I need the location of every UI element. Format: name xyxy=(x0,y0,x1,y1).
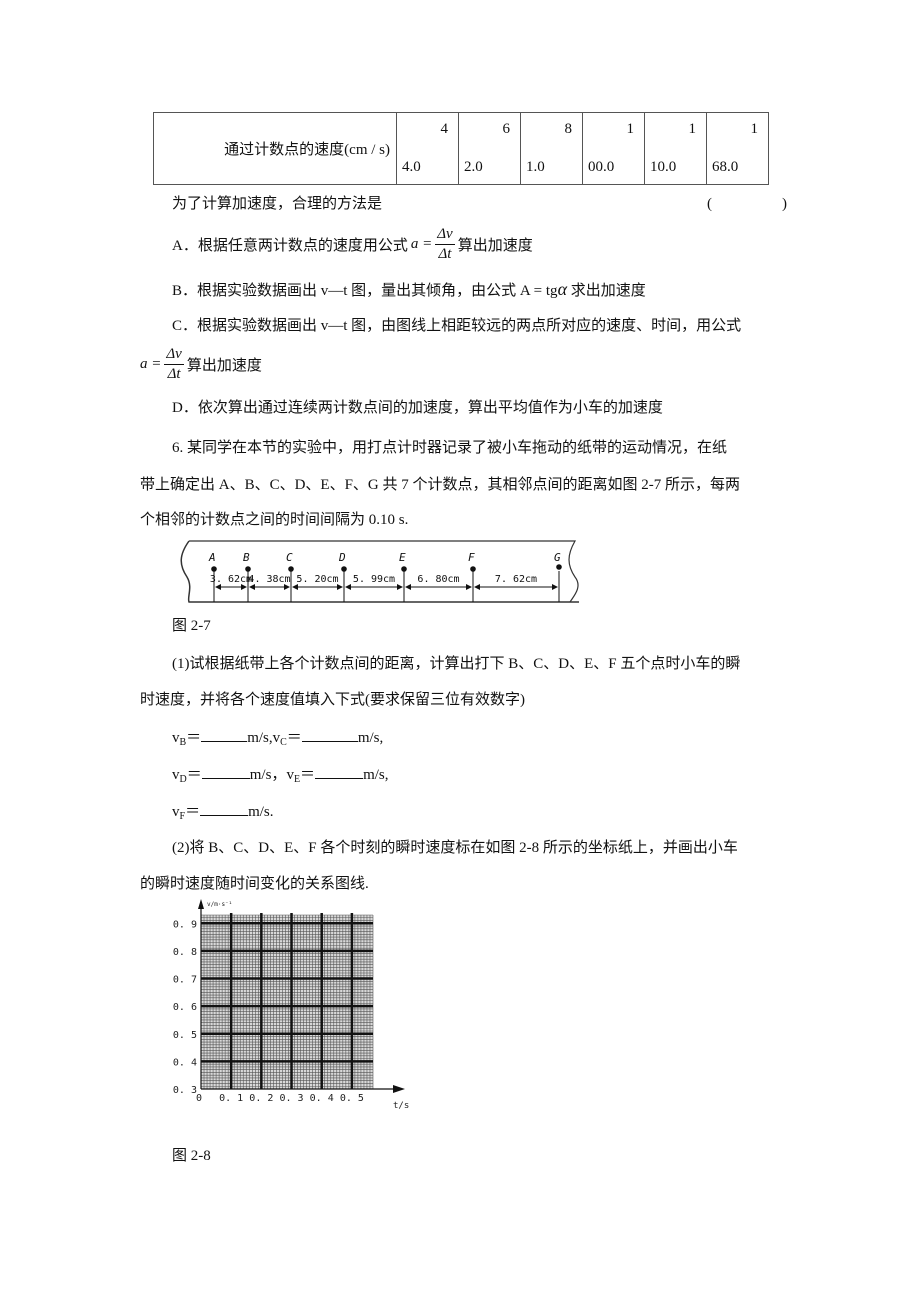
tape-distance-label: 4. 38cm xyxy=(248,574,290,585)
part2-line1: (2)将 B、C、D、E、F 各个时刻的瞬时速度标在如图 2-8 所示的坐标纸上… xyxy=(172,840,738,856)
x-axis-arrow xyxy=(393,1085,405,1093)
option-c: C．根据实验数据画出 v—t 图，由图线上相距较远的两点所对应的速度、时间，用公… xyxy=(172,318,742,334)
tape-distance-label: 7. 62cm xyxy=(495,574,537,585)
tape-point xyxy=(556,564,562,570)
question-stem: 为了计算加速度，合理的方法是 xyxy=(172,196,383,212)
answer-line-f: vF＝ m/s. xyxy=(172,801,274,827)
tape-point-label: F xyxy=(468,551,475,564)
q6-line3: 个相邻的计数点之间的时间间隔为 0.10 s. xyxy=(140,512,409,528)
x-tick-label: 0. 5 xyxy=(340,1093,364,1104)
vb-blank[interactable] xyxy=(201,727,248,742)
option-b: B．根据实验数据画出 v—t 图，量出其倾角，由公式 A = tgα 求出加速度 xyxy=(172,279,646,299)
tape-distance-label: 6. 80cm xyxy=(417,574,459,585)
x-tick-label: 0. 3 xyxy=(279,1093,303,1104)
tape-distance-label: 5. 20cm xyxy=(296,574,338,585)
table-cell: 1 68.0 xyxy=(706,112,769,185)
answer-line-bc: vB＝ m/s,vC＝ m/s, xyxy=(172,727,383,753)
tape-point-label: D xyxy=(338,551,346,564)
tape-point xyxy=(401,566,407,572)
figure-caption-2-7: 图 2-7 xyxy=(172,618,211,634)
y-tick-label: 0. 6 xyxy=(173,1002,197,1013)
y-tick-label: 0. 4 xyxy=(173,1057,197,1068)
formula-fraction: Δv Δt xyxy=(435,225,455,262)
y-tick-label: 0. 9 xyxy=(173,919,197,930)
row-label: 通过计数点的速度(cm / s) xyxy=(153,112,397,185)
vt-graph-paper: 0. 3 0. 4 0. 5 0. 6 0. 7 0. 8 0. 9 0 0. 1 0. 2 0. … xyxy=(173,899,409,1111)
tape-arrow-right xyxy=(397,584,403,590)
tape-distance-label: 3. 62cm xyxy=(210,574,252,585)
tape-point xyxy=(288,566,294,572)
tape-arrow-right xyxy=(466,584,472,590)
option-d: D．依次算出通过连续两计数点间的加速度，算出平均值作为小车的加速度 xyxy=(172,400,663,416)
tape-left-edge xyxy=(180,540,579,603)
option-a-text: A．根据任意两计数点的速度用公式 xyxy=(172,237,408,254)
graph-paper-background xyxy=(201,915,373,1089)
answer-bracket-open: ( xyxy=(707,196,712,212)
table-cell: 4 4.0 xyxy=(396,112,459,185)
table-cell: 1 00.0 xyxy=(582,112,645,185)
table-cell: 1 10.0 xyxy=(644,112,707,185)
y-axis-arrow xyxy=(198,899,204,909)
formula-fraction: Δv Δt xyxy=(164,345,184,382)
tape-point xyxy=(245,566,251,572)
y-tick-label: 0. 3 xyxy=(173,1085,197,1096)
table-row: 通过计数点的速度(cm / s) 4 4.0 6 2.0 8 1.0 1 00.0 11… xyxy=(153,112,769,185)
x-tick-label: 0. 2 xyxy=(249,1093,273,1104)
option-c-formula: a = Δv Δt 算出加速度 xyxy=(140,345,262,382)
speed-table: 通过计数点的速度(cm / s) 4 4.0 6 2.0 8 1.0 1 00.0 11… xyxy=(153,112,769,185)
formula-lhs: a = xyxy=(410,235,433,252)
tape-arrow-left xyxy=(474,584,480,590)
tape-point-label: A xyxy=(208,551,216,564)
y-tick-label: 0. 8 xyxy=(173,947,197,958)
vf-blank[interactable] xyxy=(200,801,249,816)
part1-line2: 时速度，并将各个速度值填入下式(要求保留三位有效数字) xyxy=(140,692,525,708)
y-axis-label: v/m·s⁻¹ xyxy=(207,901,232,908)
tape-distance-label: 5. 99cm xyxy=(353,574,395,585)
tape-arrow-right xyxy=(552,584,558,590)
tape-point-label: E xyxy=(399,551,406,564)
x-tick-label: 0 xyxy=(196,1093,202,1104)
q6-line1: 6. 某同学在本节的实验中，用打点计时器记录了被小车拖动的纸带的运动情况，在纸 xyxy=(172,440,728,456)
ve-blank[interactable] xyxy=(315,764,364,779)
option-a: A．根据任意两计数点的速度用公式 a = Δv Δt 算出加速度 xyxy=(172,222,533,266)
option-a-tail: 算出加速度 xyxy=(457,237,533,254)
tape-point-label: G xyxy=(554,551,561,564)
x-tick-label: 0. 4 xyxy=(310,1093,334,1104)
tape-point xyxy=(341,566,347,572)
table-cell: 8 1.0 xyxy=(520,112,583,185)
y-tick-label: 0. 7 xyxy=(173,975,197,986)
x-tick-label: 0. 1 xyxy=(219,1093,243,1104)
tape-point-label: B xyxy=(243,551,250,564)
answer-line-de: vD＝ m/s，vE＝ m/s, xyxy=(172,764,389,790)
figure-caption-2-8: 图 2-8 xyxy=(172,1148,211,1164)
tape-arrow-left xyxy=(405,584,411,590)
tape-point xyxy=(211,566,217,572)
tape-point-label: C xyxy=(286,551,293,564)
part2-line2: 的瞬时速度随时间变化的关系图线. xyxy=(140,876,369,892)
q6-line2: 带上确定出 A、B、C、D、E、F、G 共 7 个计数点，其相邻点间的距离如图 … xyxy=(140,477,741,493)
answer-bracket-close: ) xyxy=(782,196,787,212)
tape-arrow-left xyxy=(345,584,351,590)
y-tick-label: 0. 5 xyxy=(173,1030,197,1041)
paper-tape-figure: A B C D E F G 3. 62cm4. 38cm 5. 20cm 5. 99cm 6. 80… xyxy=(180,540,579,603)
table-cell: 6 2.0 xyxy=(458,112,521,185)
x-axis-label: t/s xyxy=(393,1101,409,1111)
vd-blank[interactable] xyxy=(201,764,250,779)
vc-blank[interactable] xyxy=(301,727,358,742)
part1-line1: (1)试根据纸带上各个计数点间的距离，计算出打下 B、C、D、E、F 五个点时小… xyxy=(172,656,741,672)
tape-point xyxy=(470,566,476,572)
